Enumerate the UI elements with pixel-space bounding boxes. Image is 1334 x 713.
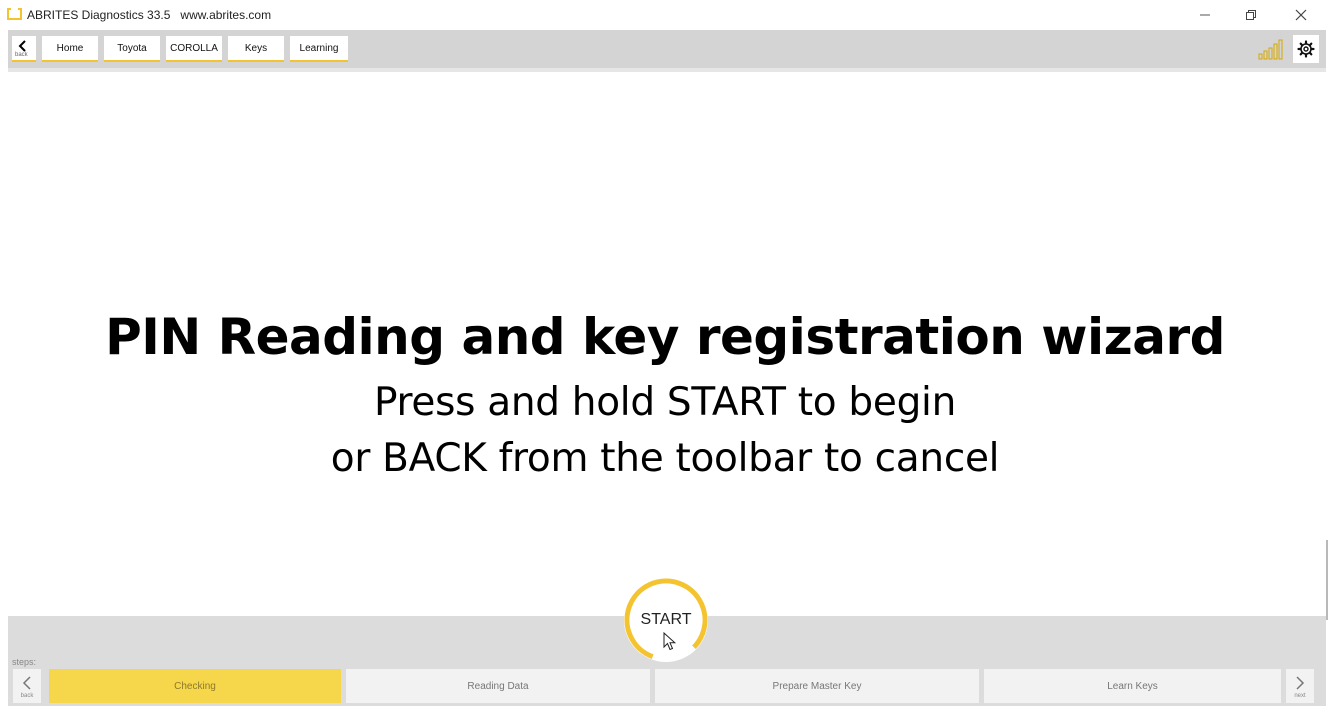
toolbar-back-button[interactable]: back — [12, 36, 36, 62]
minimize-button[interactable] — [1182, 0, 1228, 30]
breadcrumb-home[interactable]: Home — [42, 36, 98, 62]
steps-label: steps: — [12, 657, 37, 667]
window-title: ABRITES Diagnostics 33.5 www.abrites.com — [27, 8, 272, 22]
step-checking: Checking — [49, 669, 341, 703]
breadcrumb-corolla[interactable]: COROLLA — [166, 36, 222, 62]
title-bar: ABRITES Diagnostics 33.5 www.abrites.com — [0, 0, 1334, 30]
mouse-cursor-icon — [663, 632, 677, 651]
close-icon — [1295, 9, 1307, 21]
restore-button[interactable] — [1228, 0, 1274, 30]
back-label: back — [15, 52, 28, 58]
step-next-button[interactable]: next — [1286, 669, 1314, 703]
breadcrumb-keys[interactable]: Keys — [228, 36, 284, 62]
breadcrumb-toyota[interactable]: Toyota — [104, 36, 160, 62]
settings-button[interactable] — [1293, 35, 1319, 63]
instruction-line-2: or BACK from the toolbar to cancel — [330, 436, 1000, 481]
abrites-logo-icon — [7, 8, 22, 20]
step-learn-keys: Learn Keys — [984, 669, 1281, 703]
chevron-right-icon — [1296, 676, 1305, 690]
minimize-icon — [1200, 14, 1210, 16]
toolbar-divider — [8, 68, 1326, 72]
start-label: START — [640, 611, 692, 628]
toolbar: back Home Toyota COROLLA Keys Learning — [8, 30, 1326, 68]
breadcrumb-learning[interactable]: Learning — [290, 36, 348, 62]
chevron-left-icon — [18, 40, 26, 52]
step-reading-data: Reading Data — [346, 669, 650, 703]
chevron-left-icon — [22, 676, 31, 690]
step-next-label: next — [1294, 693, 1306, 699]
restore-icon — [1246, 10, 1256, 20]
bottom-border — [0, 706, 1334, 713]
vertical-scrollbar[interactable] — [1326, 540, 1328, 620]
step-prev-label: back — [20, 693, 34, 699]
instruction-line-1: Press and hold START to begin — [374, 380, 956, 425]
wizard-title: PIN Reading and key registration wizard — [105, 308, 1225, 366]
signal-strength-icon — [1258, 39, 1283, 60]
step-prev-button[interactable]: back — [13, 669, 41, 703]
gear-icon — [1297, 40, 1315, 58]
close-button[interactable] — [1278, 0, 1324, 30]
step-prepare-master-key: Prepare Master Key — [655, 669, 979, 703]
